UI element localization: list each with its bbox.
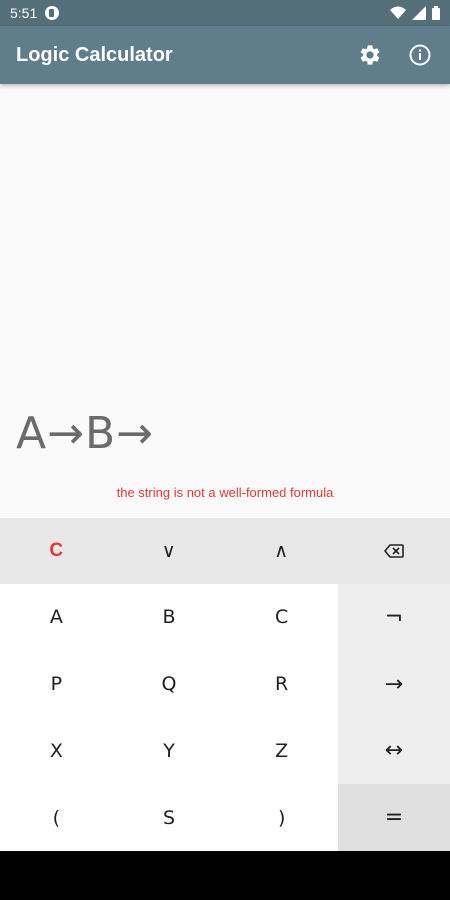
and-button[interactable]: ∧ [225,518,338,584]
implies-button[interactable]: → [338,651,450,718]
keypad-top-row: C ∨ ∧ [0,518,450,584]
navigation-bar [0,851,450,900]
key-open-paren[interactable]: ( [0,784,113,851]
letter-keypad: A B C P Q R X Y Z ( S ) [0,584,338,851]
wifi-icon [390,6,406,20]
key-z[interactable]: Z [225,718,338,785]
info-icon[interactable] [406,41,434,69]
key-c[interactable]: C [225,584,338,651]
key-a[interactable]: A [0,584,113,651]
iff-button[interactable]: ↔ [338,718,450,785]
clear-button[interactable]: C [0,518,113,584]
app-bar-actions [356,41,434,69]
backspace-button[interactable] [338,518,450,584]
keypad: C ∨ ∧ A B C P Q R X Y Z ( S ) ¬ → ↔ = [0,518,450,851]
status-bar: 5:51 [0,0,450,26]
or-button[interactable]: ∨ [113,518,226,584]
battery-icon [432,6,440,20]
equals-button[interactable]: = [338,784,450,851]
backspace-icon [383,544,404,558]
app-title: Logic Calculator [16,43,173,66]
key-s[interactable]: S [113,784,226,851]
key-p[interactable]: P [0,651,113,718]
error-message: the string is not a well-formed formula [116,485,334,500]
key-q[interactable]: Q [113,651,226,718]
formula-display: A→B→ [16,408,155,459]
notification-icon [45,6,60,20]
settings-icon[interactable] [356,41,384,69]
operator-keypad: ¬ → ↔ = [338,584,450,851]
status-icons [390,6,440,20]
app-bar: Logic Calculator [0,26,450,84]
key-b[interactable]: B [113,584,226,651]
not-button[interactable]: ¬ [338,584,450,651]
key-r[interactable]: R [225,651,338,718]
key-y[interactable]: Y [113,718,226,785]
status-time: 5:51 [10,5,38,21]
key-x[interactable]: X [0,718,113,785]
key-close-paren[interactable]: ) [225,784,338,851]
signal-icon [412,6,426,20]
